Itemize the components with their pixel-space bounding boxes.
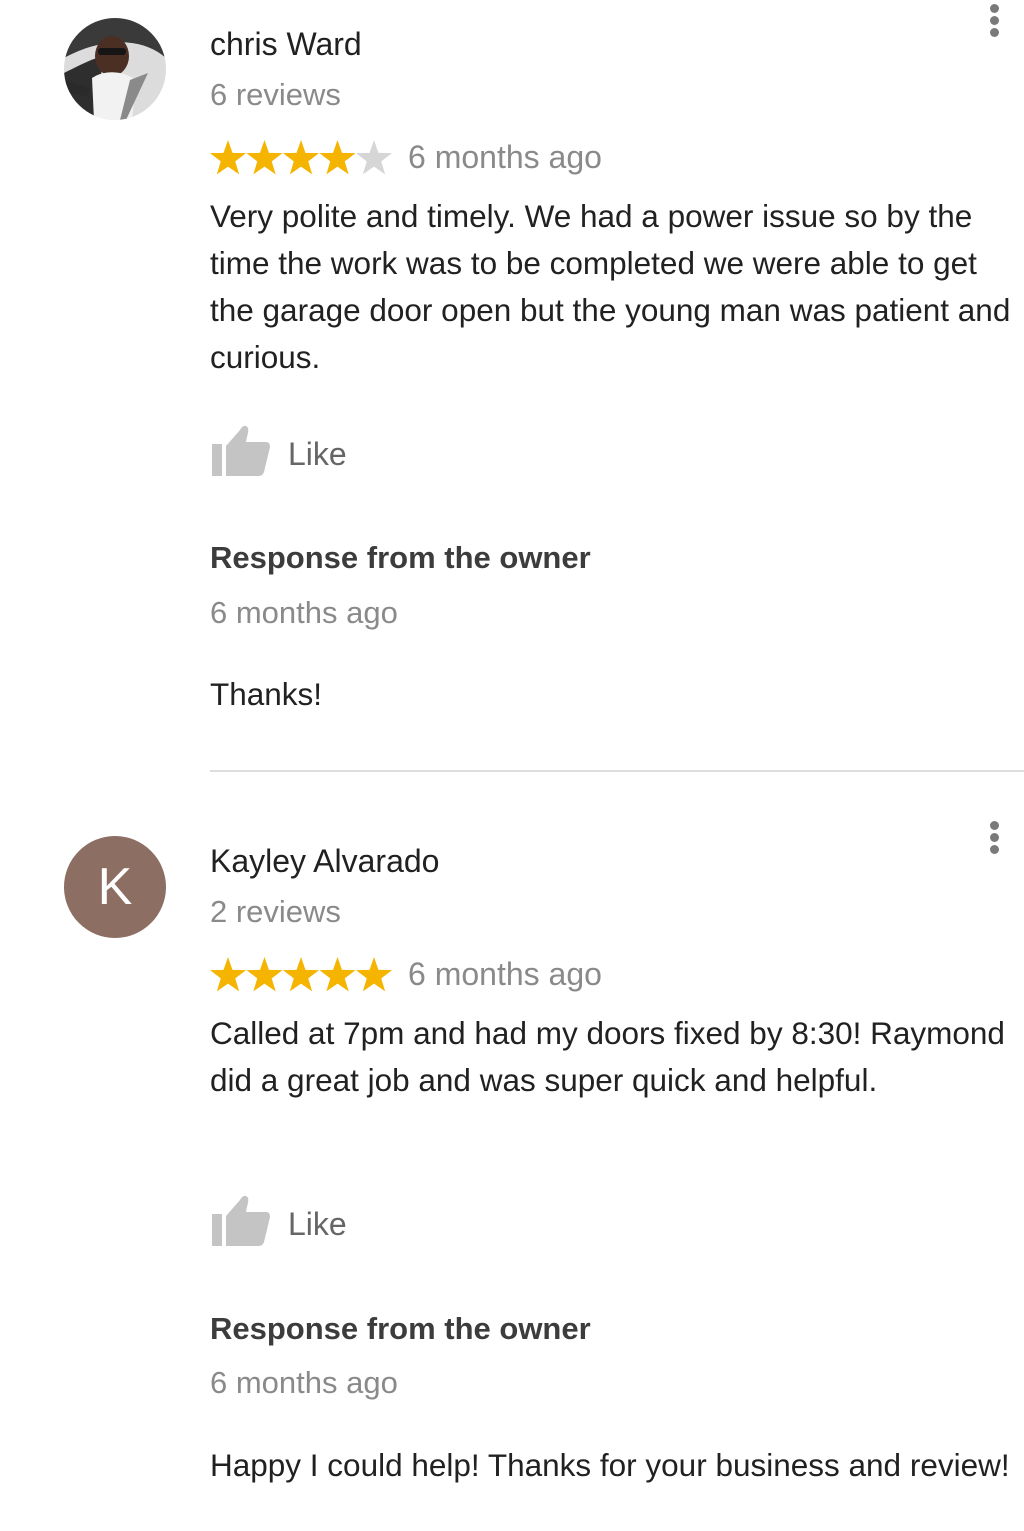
avatar-letter: K <box>97 858 133 916</box>
review-options-button[interactable] <box>980 0 1010 42</box>
owner-response-title: Response from the owner <box>210 540 591 575</box>
like-button[interactable]: Like <box>210 1192 370 1252</box>
star-icon <box>210 140 247 175</box>
star-icon <box>282 957 320 992</box>
owner-response-text: Happy I could help! Thanks for your busi… <box>210 1447 1010 1483</box>
rating-row: 6 months ago <box>210 953 1015 997</box>
rating-row: 6 months ago <box>210 136 1015 180</box>
owner-response-date: 6 months ago <box>210 1365 398 1400</box>
star-icon <box>355 957 393 992</box>
star-icon <box>319 957 356 992</box>
star-icon <box>319 140 356 175</box>
review-date: 6 months ago <box>408 956 602 992</box>
review-date: 6 months ago <box>408 139 602 175</box>
owner-response-title: Response from the owner <box>210 1311 591 1346</box>
star-rating <box>210 955 393 995</box>
avatar-photo <box>64 18 166 120</box>
more-vertical-icon <box>990 821 999 830</box>
owner-response-text: Thanks! <box>210 676 323 712</box>
thumbs-up-icon <box>212 425 270 476</box>
star-icon <box>246 140 283 175</box>
reviewer-avatar[interactable]: K <box>64 836 166 938</box>
like-button[interactable]: Like <box>210 422 370 482</box>
reviewer-name[interactable]: chris Ward <box>210 26 362 63</box>
star-icon <box>210 957 247 992</box>
reviewer-review-count[interactable]: 2 reviews <box>210 894 341 930</box>
star-rating <box>210 138 393 178</box>
owner-response-date: 6 months ago <box>210 595 398 630</box>
star-icon <box>246 957 283 992</box>
star-outline-icon <box>355 140 393 175</box>
like-label: Like <box>288 436 347 472</box>
reviewer-review-count[interactable]: 6 reviews <box>210 77 341 113</box>
review-options-button[interactable] <box>980 817 1010 861</box>
review-text: Very polite and timely. We had a power i… <box>210 198 1011 375</box>
review-divider <box>210 770 1024 772</box>
reviewer-name[interactable]: Kayley Alvarado <box>210 843 439 880</box>
thumbs-up-icon <box>212 1195 270 1246</box>
reviewer-avatar[interactable] <box>64 18 166 120</box>
like-label: Like <box>288 1206 347 1242</box>
review-text: Called at 7pm and had my doors fixed by … <box>210 1015 1005 1098</box>
more-vertical-icon <box>990 4 999 13</box>
star-icon <box>282 140 320 175</box>
